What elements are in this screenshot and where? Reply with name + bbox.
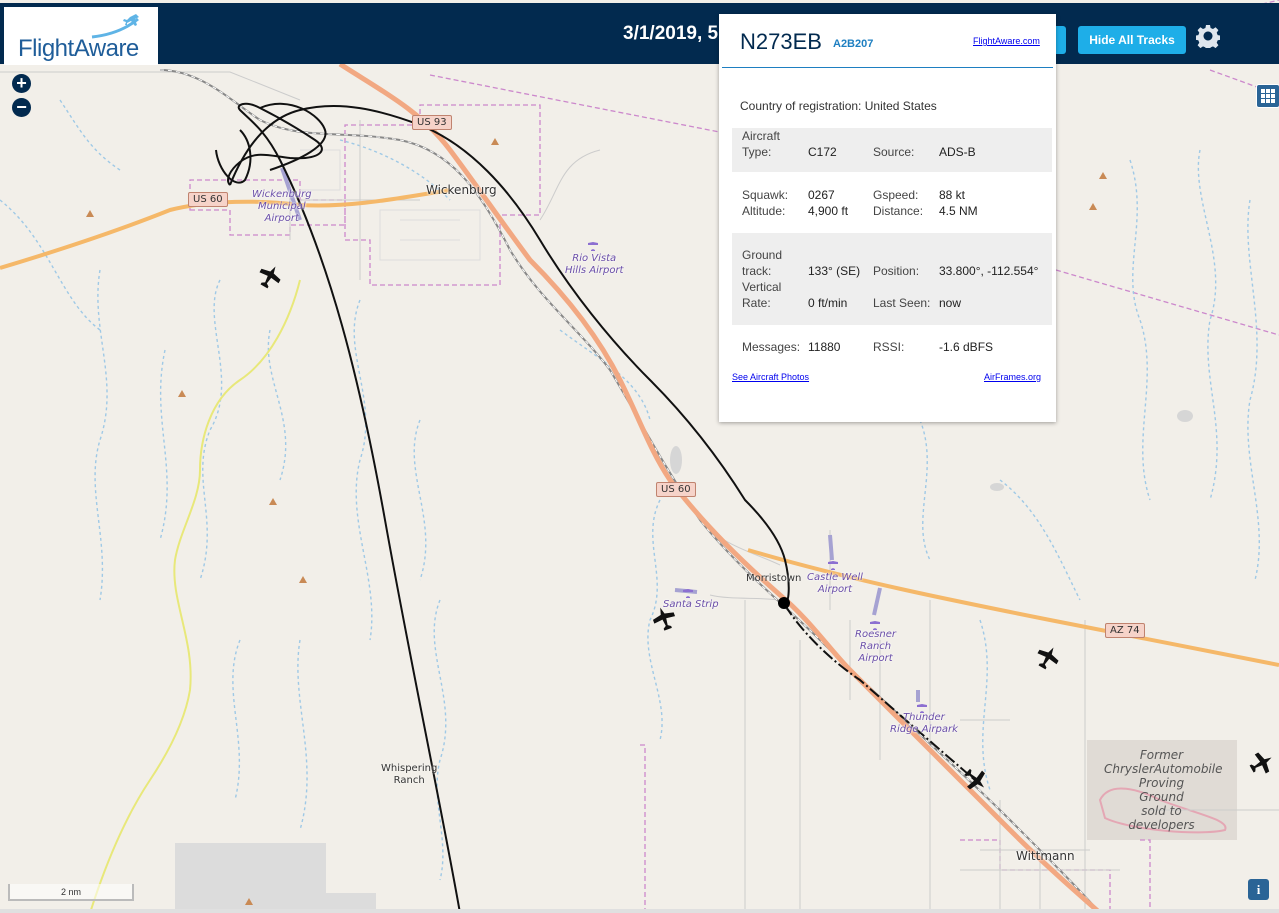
altitude-label: Altitude: [742, 204, 786, 218]
hide-all-tracks-button[interactable]: Hide All Tracks [1078, 26, 1186, 54]
rssi-label: RSSI: [873, 340, 905, 354]
place-wickenburg: Wickenburg [426, 183, 497, 197]
source-label: Source: [873, 145, 915, 159]
squawk-label: Squawk: [742, 188, 789, 202]
airport-wickenburg-municipal[interactable]: Wickenburg Municipal Airport [252, 189, 312, 225]
aircraft-type-value: C172 [808, 145, 837, 159]
aircraft-type-label: Aircraft Type: [742, 129, 781, 159]
info-button[interactable]: i [1248, 879, 1269, 900]
aircraft-info-popup: N273EB A2B207 FlightAware.com Country of… [719, 14, 1056, 422]
zoom-in-button[interactable]: + [12, 74, 31, 93]
header-bar: FlightAware 3/1/2019, 5 Hide All Tracks [0, 3, 1279, 65]
gspeed-label: Gspeed: [873, 188, 919, 202]
altitude-value: 4,900 ft [808, 204, 849, 218]
route-shield-us60-south: US 60 [656, 482, 696, 497]
see-aircraft-photos-link[interactable]: See Aircraft Photos [732, 372, 809, 382]
bottom-border [0, 909, 1279, 913]
ground-track-value: 133° (SE) [808, 264, 861, 278]
country-of-registration: Country of registration: United States [740, 99, 937, 113]
flightaware-link[interactable]: FlightAware.com [973, 36, 1040, 46]
distance-value: 4.5 NM [939, 204, 978, 218]
layers-grid-button[interactable] [1256, 84, 1279, 108]
route-shield-az74: AZ 74 [1105, 623, 1145, 638]
grid-icon [1261, 89, 1275, 103]
airport-roesner-ranch[interactable]: Roesner Ranch Airport [855, 629, 896, 665]
airframes-link[interactable]: AirFrames.org [984, 372, 1041, 382]
place-wittmann: Wittmann [1016, 849, 1075, 863]
source-value: ADS-B [939, 145, 976, 159]
position-value: 33.800°, -112.554° [939, 264, 1039, 278]
squawk-value: 0267 [808, 188, 835, 202]
flightaware-logo[interactable]: FlightAware [4, 7, 158, 65]
place-morristown: Morristown [746, 573, 802, 584]
selected-aircraft-position [778, 597, 790, 609]
proving-ground-label: Former ChryslerAutomobile Proving Ground… [1104, 748, 1223, 832]
vertical-rate-value: 0 ft/min [808, 296, 848, 310]
country-label: Country of registration: [740, 99, 862, 113]
airport-santa-strip[interactable]: Santa Strip [663, 599, 719, 611]
map-scale-bar: 2 nm [8, 884, 134, 901]
last-seen-label: Last Seen: [873, 296, 931, 310]
position-label: Position: [873, 264, 920, 278]
airport-thunder-ridge[interactable]: Thunder Ridge Airpark [890, 712, 958, 736]
vertical-rate-label: Vertical Rate: [742, 280, 782, 310]
messages-label: Messages: [742, 340, 801, 354]
logo-text: FlightAware [18, 35, 139, 62]
distance-label: Distance: [873, 204, 924, 218]
popup-divider [722, 67, 1053, 68]
place-whispering-ranch: Whispering Ranch [381, 763, 438, 786]
map-canvas[interactable] [0, 0, 1279, 913]
last-seen-value: now [939, 296, 962, 310]
messages-value: 11880 [808, 340, 841, 354]
aircraft-hex-code: A2B207 [833, 38, 874, 50]
airport-castle-well[interactable]: Castle Well Airport [807, 572, 863, 596]
aircraft-ident: N273EB [740, 29, 822, 54]
header-title: 3/1/2019, 5 [623, 23, 719, 44]
country-value: United States [864, 99, 937, 113]
rssi-value: -1.6 dBFS [939, 340, 994, 354]
route-shield-us93: US 93 [412, 115, 452, 130]
zoom-out-button[interactable]: − [12, 98, 31, 117]
ground-track-label: Ground track: [742, 248, 783, 278]
route-shield-us60-west: US 60 [188, 192, 228, 207]
airport-rio-vista[interactable]: Rio Vista Hills Airport [565, 253, 623, 277]
gspeed-value: 88 kt [939, 188, 966, 202]
gear-icon[interactable] [1196, 24, 1220, 48]
